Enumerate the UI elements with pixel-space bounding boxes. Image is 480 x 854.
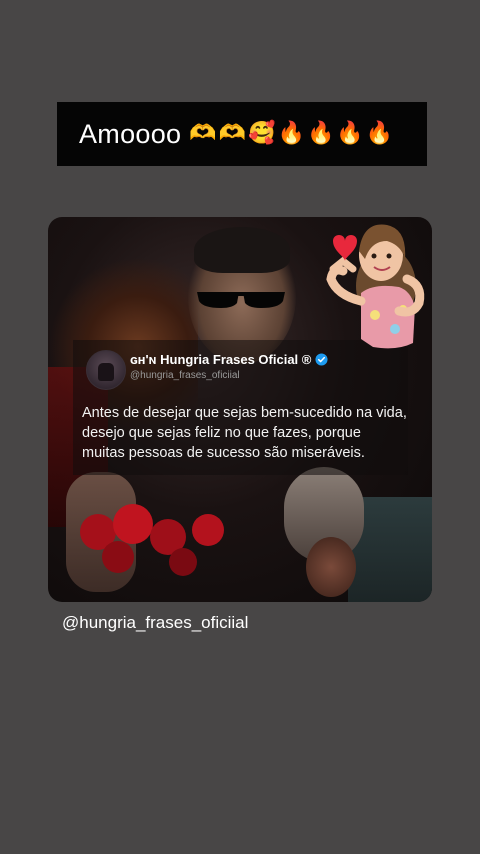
avatar-silhouette <box>98 363 114 381</box>
fire-emoji: 🔥 <box>307 121 335 146</box>
smiling-hearts-emoji: 🥰 <box>248 121 276 146</box>
avatar[interactable] <box>86 350 126 390</box>
caption-bar[interactable]: Amoooo 🫶 🫶 🥰 🔥 🔥 🔥 🔥 <box>57 102 427 166</box>
mention-text[interactable]: @hungria_frases_oficiial <box>62 613 248 633</box>
fire-emoji: 🔥 <box>365 121 394 146</box>
heart-hands-emoji: 🫶 <box>189 121 217 146</box>
tweet-display-name[interactable]: ɢʜ'ɴ Hungria Frases Oficial ® <box>130 352 328 367</box>
roses-image <box>80 504 224 576</box>
person-hair <box>194 227 290 273</box>
sunglasses-icon <box>197 292 285 308</box>
heart-hands-emoji: 🫶 <box>218 121 247 146</box>
fire-emoji: 🔥 <box>336 121 364 146</box>
heart-girl-sticker[interactable] <box>303 217 432 356</box>
caption-text: Amoooo <box>79 118 182 149</box>
tweet-body: Antes de desejar que sejas bem-sucedido … <box>82 405 407 461</box>
fire-emoji: 🔥 <box>277 121 305 146</box>
tweet-handle[interactable]: @hungria_frases_oficiial <box>130 370 240 381</box>
tweet-display-name-text: ɢʜ'ɴ Hungria Frases Oficial ® <box>130 352 312 367</box>
person-hand <box>306 537 356 597</box>
photo-card[interactable]: ɢʜ'ɴ Hungria Frases Oficial ® @hungria_f… <box>48 217 432 602</box>
